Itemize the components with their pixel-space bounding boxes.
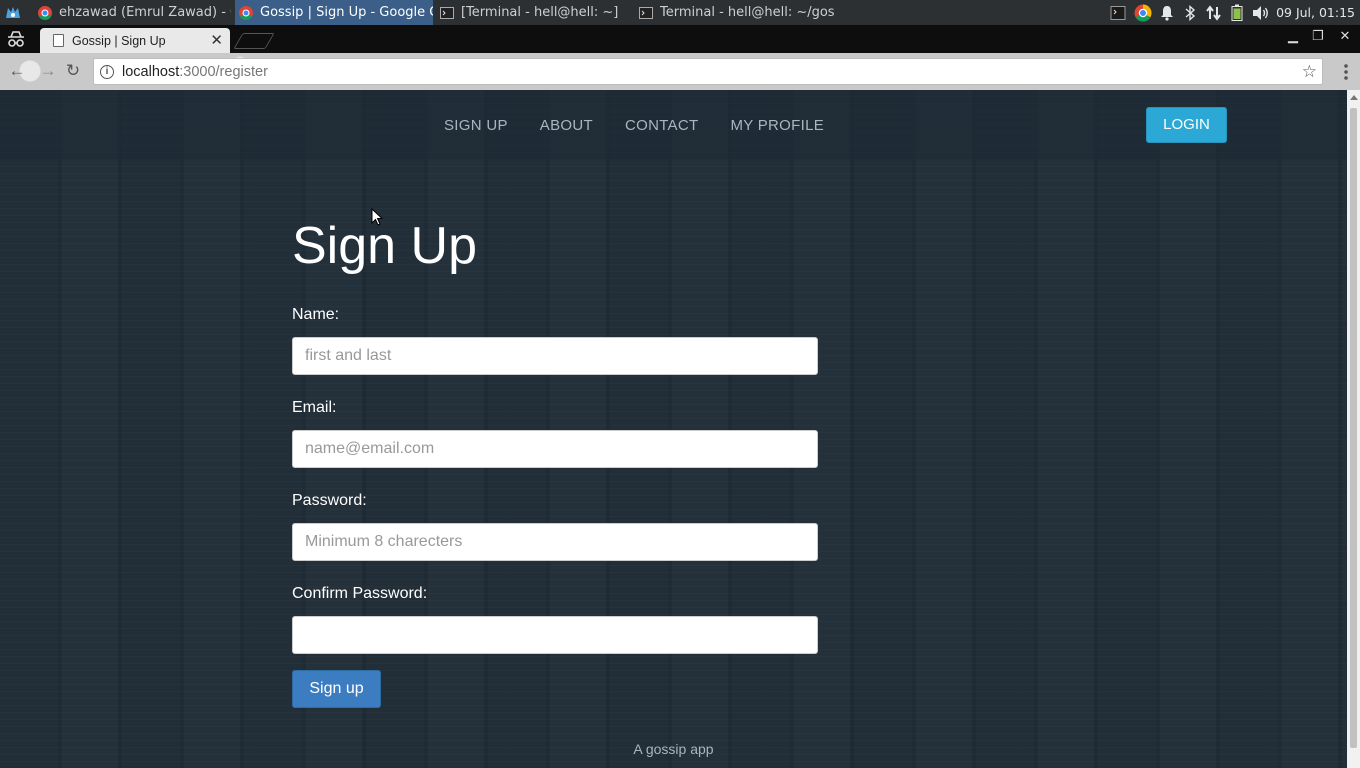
mouse-cursor-icon (371, 208, 383, 226)
login-button[interactable]: LOGIN (1146, 107, 1227, 143)
browser-tab-active[interactable]: Gossip | Sign Up ✕ (40, 28, 230, 53)
incognito-icon (8, 31, 24, 47)
bell-icon[interactable] (1160, 5, 1174, 21)
tab-title: Gossip | Sign Up (72, 33, 166, 48)
browser-toolbar: ← → ↻ i localhost:3000/register ☆ (0, 53, 1360, 90)
minimize-button[interactable]: ▁ (1282, 27, 1304, 45)
browser-tab-strip: Gossip | Sign Up ✕ ▁ ❐ ✕ (0, 25, 1360, 53)
new-tab-button[interactable] (233, 33, 275, 49)
nav-link-contact[interactable]: CONTACT (609, 117, 714, 134)
bookmark-star-icon[interactable]: ☆ (1302, 62, 1317, 82)
nav-link-my-profile[interactable]: MY PROFILE (714, 117, 840, 134)
system-tray (1110, 0, 1270, 25)
scroll-up-arrow-icon[interactable] (1350, 95, 1358, 100)
url-host: localhost (122, 63, 180, 80)
site-info-icon[interactable]: i (100, 64, 114, 79)
chrome-icon (239, 5, 253, 20)
name-label: Name: (292, 306, 340, 323)
os-taskbar: ehzawad (Emrul Zawad) - Go... Gossip | S… (0, 0, 1360, 25)
back-arrow-icon[interactable]: ← (7, 61, 27, 81)
taskbar-task-label: Terminal - hell@hell: ~/gossip (660, 5, 835, 20)
battery-icon[interactable] (1231, 4, 1243, 21)
tab-close-icon[interactable]: ✕ (210, 31, 223, 49)
nav-link-sign-up[interactable]: SIGN UP (428, 117, 524, 134)
scrollbar-thumb[interactable] (1350, 108, 1357, 748)
confirm-password-input[interactable] (292, 616, 818, 654)
volume-icon[interactable] (1252, 5, 1270, 21)
chrome-tray-icon[interactable] (1134, 3, 1152, 22)
url-path: :3000/register (179, 63, 268, 80)
taskbar-task-terminal-home[interactable]: [Terminal - hell@hell: ~] (436, 0, 626, 25)
email-input[interactable] (292, 430, 818, 468)
nav-links: SIGN UP ABOUT CONTACT MY PROFILE (428, 90, 840, 160)
start-menu-icon[interactable] (4, 4, 22, 21)
taskbar-task-gossip[interactable]: Gossip | Sign Up - Google C... (235, 0, 433, 25)
password-input[interactable] (292, 523, 818, 561)
bluetooth-icon[interactable] (1184, 4, 1196, 21)
taskbar-task-github[interactable]: ehzawad (Emrul Zawad) - Go... (34, 0, 231, 25)
page-viewport: SIGN UP ABOUT CONTACT MY PROFILE LOGIN S… (0, 90, 1347, 768)
sign-up-button[interactable]: Sign up (292, 670, 381, 708)
clock[interactable]: 09 Jul, 01:15 (1276, 0, 1355, 25)
close-window-button[interactable]: ✕ (1334, 27, 1356, 45)
page-scrollbar[interactable] (1347, 90, 1360, 768)
terminal-icon (440, 6, 454, 19)
forward-arrow-icon[interactable]: → (38, 61, 58, 81)
network-icon[interactable] (1206, 4, 1222, 21)
email-label: Email: (292, 399, 337, 416)
password-label: Password: (292, 492, 367, 509)
restore-button[interactable]: ❐ (1307, 27, 1329, 45)
signup-form: Sign Up Name: Email: Password: Confirm P… (292, 208, 818, 708)
taskbar-task-terminal-gossip[interactable]: Terminal - hell@hell: ~/gossip (635, 0, 835, 25)
taskbar-task-label: Gossip | Sign Up - Google C... (260, 5, 433, 20)
taskbar-task-label: [Terminal - hell@hell: ~] (461, 5, 619, 20)
footer-text: A gossip app (633, 741, 714, 757)
reload-icon[interactable]: ↻ (63, 61, 83, 81)
confirm-password-label: Confirm Password: (292, 585, 428, 602)
name-input[interactable] (292, 337, 818, 375)
site-navbar: SIGN UP ABOUT CONTACT MY PROFILE LOGIN (0, 90, 1347, 160)
page-icon (53, 34, 64, 47)
terminal-icon (639, 6, 653, 19)
address-bar[interactable]: i localhost:3000/register ☆ (93, 58, 1323, 85)
chrome-icon (38, 5, 52, 20)
terminal-tray-icon[interactable] (1110, 5, 1126, 21)
nav-link-about[interactable]: ABOUT (524, 117, 609, 134)
taskbar-task-label: ehzawad (Emrul Zawad) - Go... (59, 5, 231, 20)
page-title: Sign Up (292, 217, 477, 275)
browser-menu-icon[interactable] (1344, 63, 1348, 80)
